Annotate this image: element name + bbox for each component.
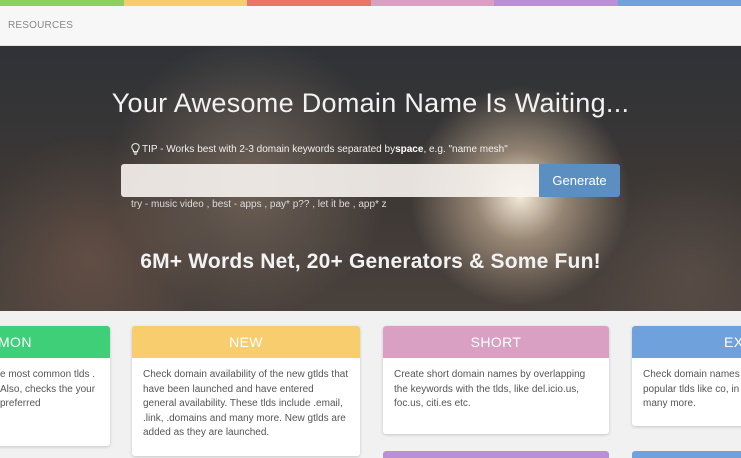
tip-example: , e.g. "name mesh" <box>423 143 508 155</box>
top-nav: RESOURCES <box>0 6 741 46</box>
next-card-header-peek[interactable] <box>383 451 609 458</box>
generate-button[interactable]: Generate <box>539 164 620 197</box>
card-ext[interactable]: EX Check domain names popular tlds like … <box>632 326 741 426</box>
hero-section: Your Awesome Domain Name Is Waiting... T… <box>0 46 741 311</box>
card-short-description: Create short domain names by overlapping… <box>394 369 586 409</box>
card-new[interactable]: NEW Check domain availability of the new… <box>132 326 360 456</box>
card-new-title: NEW <box>132 326 360 358</box>
card-short[interactable]: SHORT Create short domain names by overl… <box>383 326 609 434</box>
card-short-title: SHORT <box>383 326 609 358</box>
tip-keyword: space <box>395 143 424 155</box>
nav-link-resources[interactable]: RESOURCES <box>8 20 73 31</box>
tip-text: TIP - Works best with 2-3 domain keyword… <box>142 143 396 155</box>
lightbulb-icon <box>131 143 140 155</box>
tip-line: TIP - Works best with 2-3 domain keyword… <box>131 143 508 155</box>
card-ext-description: Check domain names popular tlds like co,… <box>643 369 741 409</box>
card-common-description: e most common tlds . Also, checks the yo… <box>0 369 96 409</box>
card-new-description: Check domain availability of the new gtl… <box>143 369 349 438</box>
hero-subtitle: 6M+ Words Net, 20+ Generators & Some Fun… <box>140 250 601 273</box>
next-card-header-peek[interactable] <box>632 451 741 458</box>
try-examples: try - music video , best - apps , pay* p… <box>131 199 387 210</box>
card-common-title: MON <box>0 326 110 358</box>
hero-title: Your Awesome Domain Name Is Waiting... <box>111 88 630 118</box>
card-ext-title: EX <box>632 326 741 358</box>
domain-search-input[interactable] <box>121 164 539 197</box>
card-common[interactable]: MON e most common tlds . Also, checks th… <box>0 326 110 446</box>
